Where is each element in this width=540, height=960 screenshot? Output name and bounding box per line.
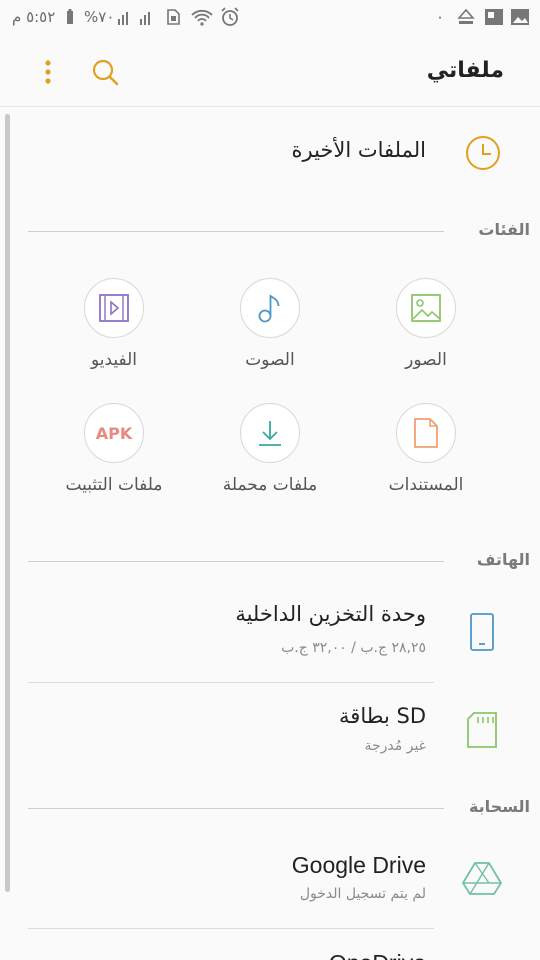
recent-files-row[interactable] (0, 118, 540, 188)
cloud-divider (28, 808, 444, 809)
category-label: الصور (405, 350, 447, 370)
music-note-icon (240, 278, 300, 338)
google-drive-title: Google Drive (291, 852, 426, 878)
download-icon (240, 403, 300, 463)
category-downloads[interactable]: ملفات محملة (205, 403, 335, 495)
scrollbar[interactable] (5, 114, 10, 892)
wifi-icon (190, 8, 214, 30)
row-divider (28, 682, 434, 683)
more-vert-icon (45, 60, 51, 84)
video-icon (84, 278, 144, 338)
alarm-icon (220, 7, 240, 31)
category-label: الصوت (245, 350, 295, 370)
phone-section-label: الهاتف (476, 550, 530, 569)
categories-section-label: الفئات (478, 220, 530, 239)
image-notification-icon (510, 8, 530, 30)
google-drive-row[interactable] (0, 836, 540, 924)
cloud-section-label: السحابة (468, 797, 530, 816)
category-images[interactable]: الصور (361, 278, 491, 370)
more-options-button[interactable] (28, 52, 68, 92)
google-drive-status: لم يتم تسجيل الدخول (299, 886, 426, 902)
sd-card-row[interactable] (0, 686, 540, 774)
apk-icon: APK (84, 403, 144, 463)
notification-count: ٠ (436, 8, 445, 26)
search-button[interactable] (85, 52, 125, 92)
eject-icon (456, 8, 476, 30)
clock-icon (464, 134, 502, 176)
signal-icon (118, 9, 160, 29)
internal-storage-title: وحدة التخزين الداخلية (235, 602, 426, 626)
category-audio[interactable]: الصوت (205, 278, 335, 370)
apk-icon-text: APK (95, 423, 133, 443)
status-bar: ٥:٥٢ م %٧٠ ٠ (0, 0, 540, 36)
category-video[interactable]: الفيديو (49, 278, 179, 370)
sd-card-status: غير مُدرجة (364, 738, 427, 754)
onedrive-row[interactable]: OneDrive (0, 932, 540, 960)
sd-card-icon (464, 710, 500, 750)
gallery-notification-icon (484, 8, 504, 30)
category-label: الفيديو (90, 350, 138, 370)
status-time: ٥:٥٢ م (12, 8, 56, 26)
categories-divider (28, 231, 444, 232)
category-label: ملفات محملة (222, 475, 318, 495)
header-divider (0, 106, 540, 107)
phone-icon (464, 612, 500, 652)
row-divider (28, 928, 434, 929)
page-title: ملفاتي (426, 58, 504, 83)
status-battery-percent: %٧٠ (84, 8, 115, 26)
search-icon (92, 59, 119, 86)
category-installation-files[interactable]: APK ملفات التثبيت (49, 403, 179, 495)
category-label: ملفات التثبيت (65, 475, 163, 495)
category-label: المستندات (388, 475, 464, 495)
phone-divider (28, 561, 444, 562)
category-documents[interactable]: المستندات (361, 403, 491, 495)
battery-icon (66, 9, 74, 25)
recent-files-label: الملفات الأخيرة (291, 138, 426, 162)
sd-card-title: بطاقة SD (339, 704, 426, 728)
google-drive-icon (460, 858, 504, 898)
internal-storage-usage: ٢٨,٢٥ ج.ب / ٣٢,٠٠ ج.ب (281, 640, 426, 656)
sim-icon (166, 9, 180, 29)
image-icon (396, 278, 456, 338)
onedrive-title: OneDrive (329, 950, 426, 960)
document-icon (396, 403, 456, 463)
